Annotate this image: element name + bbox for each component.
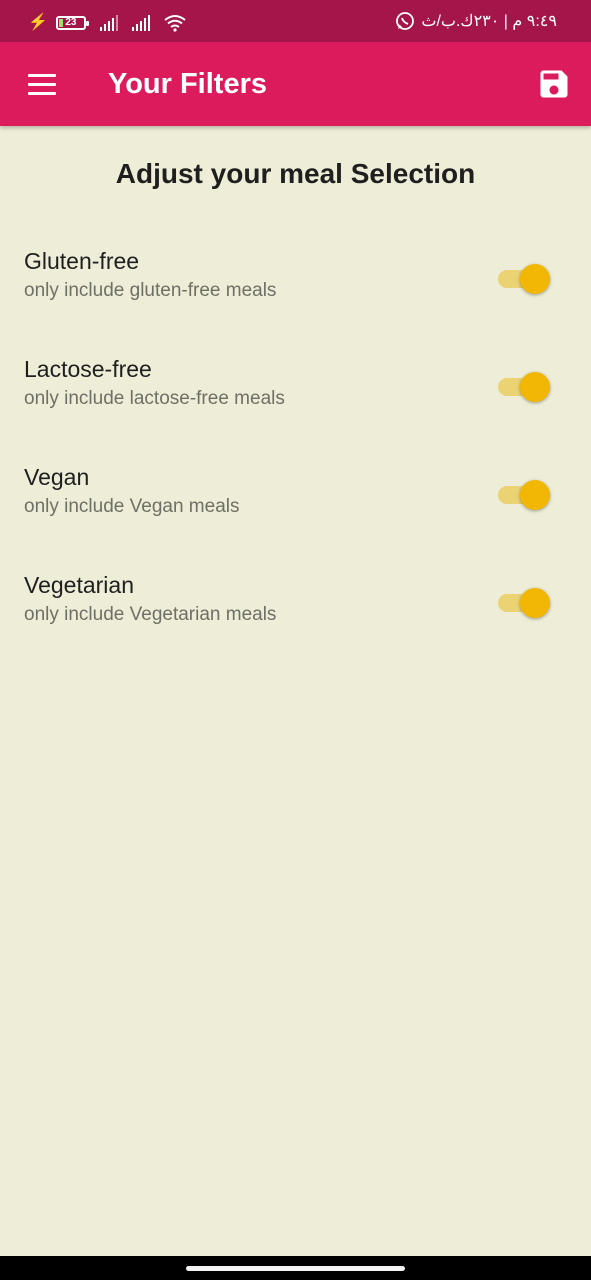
filter-item-vegan[interactable]: Vegan only include Vegan meals xyxy=(0,462,591,552)
filter-title: Vegetarian xyxy=(24,572,134,598)
filter-title: Gluten-free xyxy=(24,248,140,274)
menu-button[interactable] xyxy=(22,66,62,102)
filter-item-gluten-free[interactable]: Gluten-free only include gluten-free mea… xyxy=(0,246,591,336)
switch-thumb xyxy=(520,264,550,294)
status-time: ٩:٤٩ م | ٢٣٠ك.ب/ث xyxy=(421,13,557,30)
lactose-free-switch[interactable] xyxy=(496,368,554,402)
filter-title: Lactose-free xyxy=(24,356,152,382)
switch-thumb xyxy=(520,588,550,618)
filter-item-lactose-free[interactable]: Lactose-free only include lactose-free m… xyxy=(0,354,591,444)
charging-icon: ⚡ xyxy=(28,14,48,31)
filter-title: Vegan xyxy=(24,464,90,490)
gluten-free-switch[interactable] xyxy=(496,260,554,294)
switch-thumb xyxy=(520,480,550,510)
status-bar: ⚡ 23 ٩:٤٩ م | ٢٣٠ك.ب/ث xyxy=(0,0,591,42)
section-heading: Adjust your meal Selection xyxy=(115,158,476,189)
filter-subtitle: only include Vegan meals xyxy=(24,496,240,517)
filter-subtitle: only include Vegetarian meals xyxy=(24,604,277,625)
status-icons-left: ⚡ 23 xyxy=(28,12,186,34)
battery-level: 23 xyxy=(65,17,77,28)
filter-item-vegetarian[interactable]: Vegetarian only include Vegetarian meals xyxy=(0,570,591,660)
system-nav-bar xyxy=(0,1256,591,1280)
vegan-switch[interactable] xyxy=(496,476,554,510)
signal-icon xyxy=(99,15,118,31)
filter-subtitle: only include lactose-free meals xyxy=(24,388,285,409)
battery-icon: 23 xyxy=(55,16,89,30)
switch-thumb xyxy=(520,372,550,402)
save-icon[interactable] xyxy=(536,66,572,102)
vegetarian-switch[interactable] xyxy=(496,584,554,618)
app-bar: Your Filters xyxy=(0,42,591,126)
wifi-icon xyxy=(164,15,186,32)
page-title: Your Filters xyxy=(108,68,267,100)
whatsapp-icon xyxy=(396,12,415,30)
signal-icon xyxy=(131,15,150,31)
home-indicator[interactable] xyxy=(186,1266,405,1271)
filter-subtitle: only include gluten-free meals xyxy=(24,280,277,301)
status-icons-right: ٩:٤٩ م | ٢٣٠ك.ب/ث xyxy=(395,11,557,31)
